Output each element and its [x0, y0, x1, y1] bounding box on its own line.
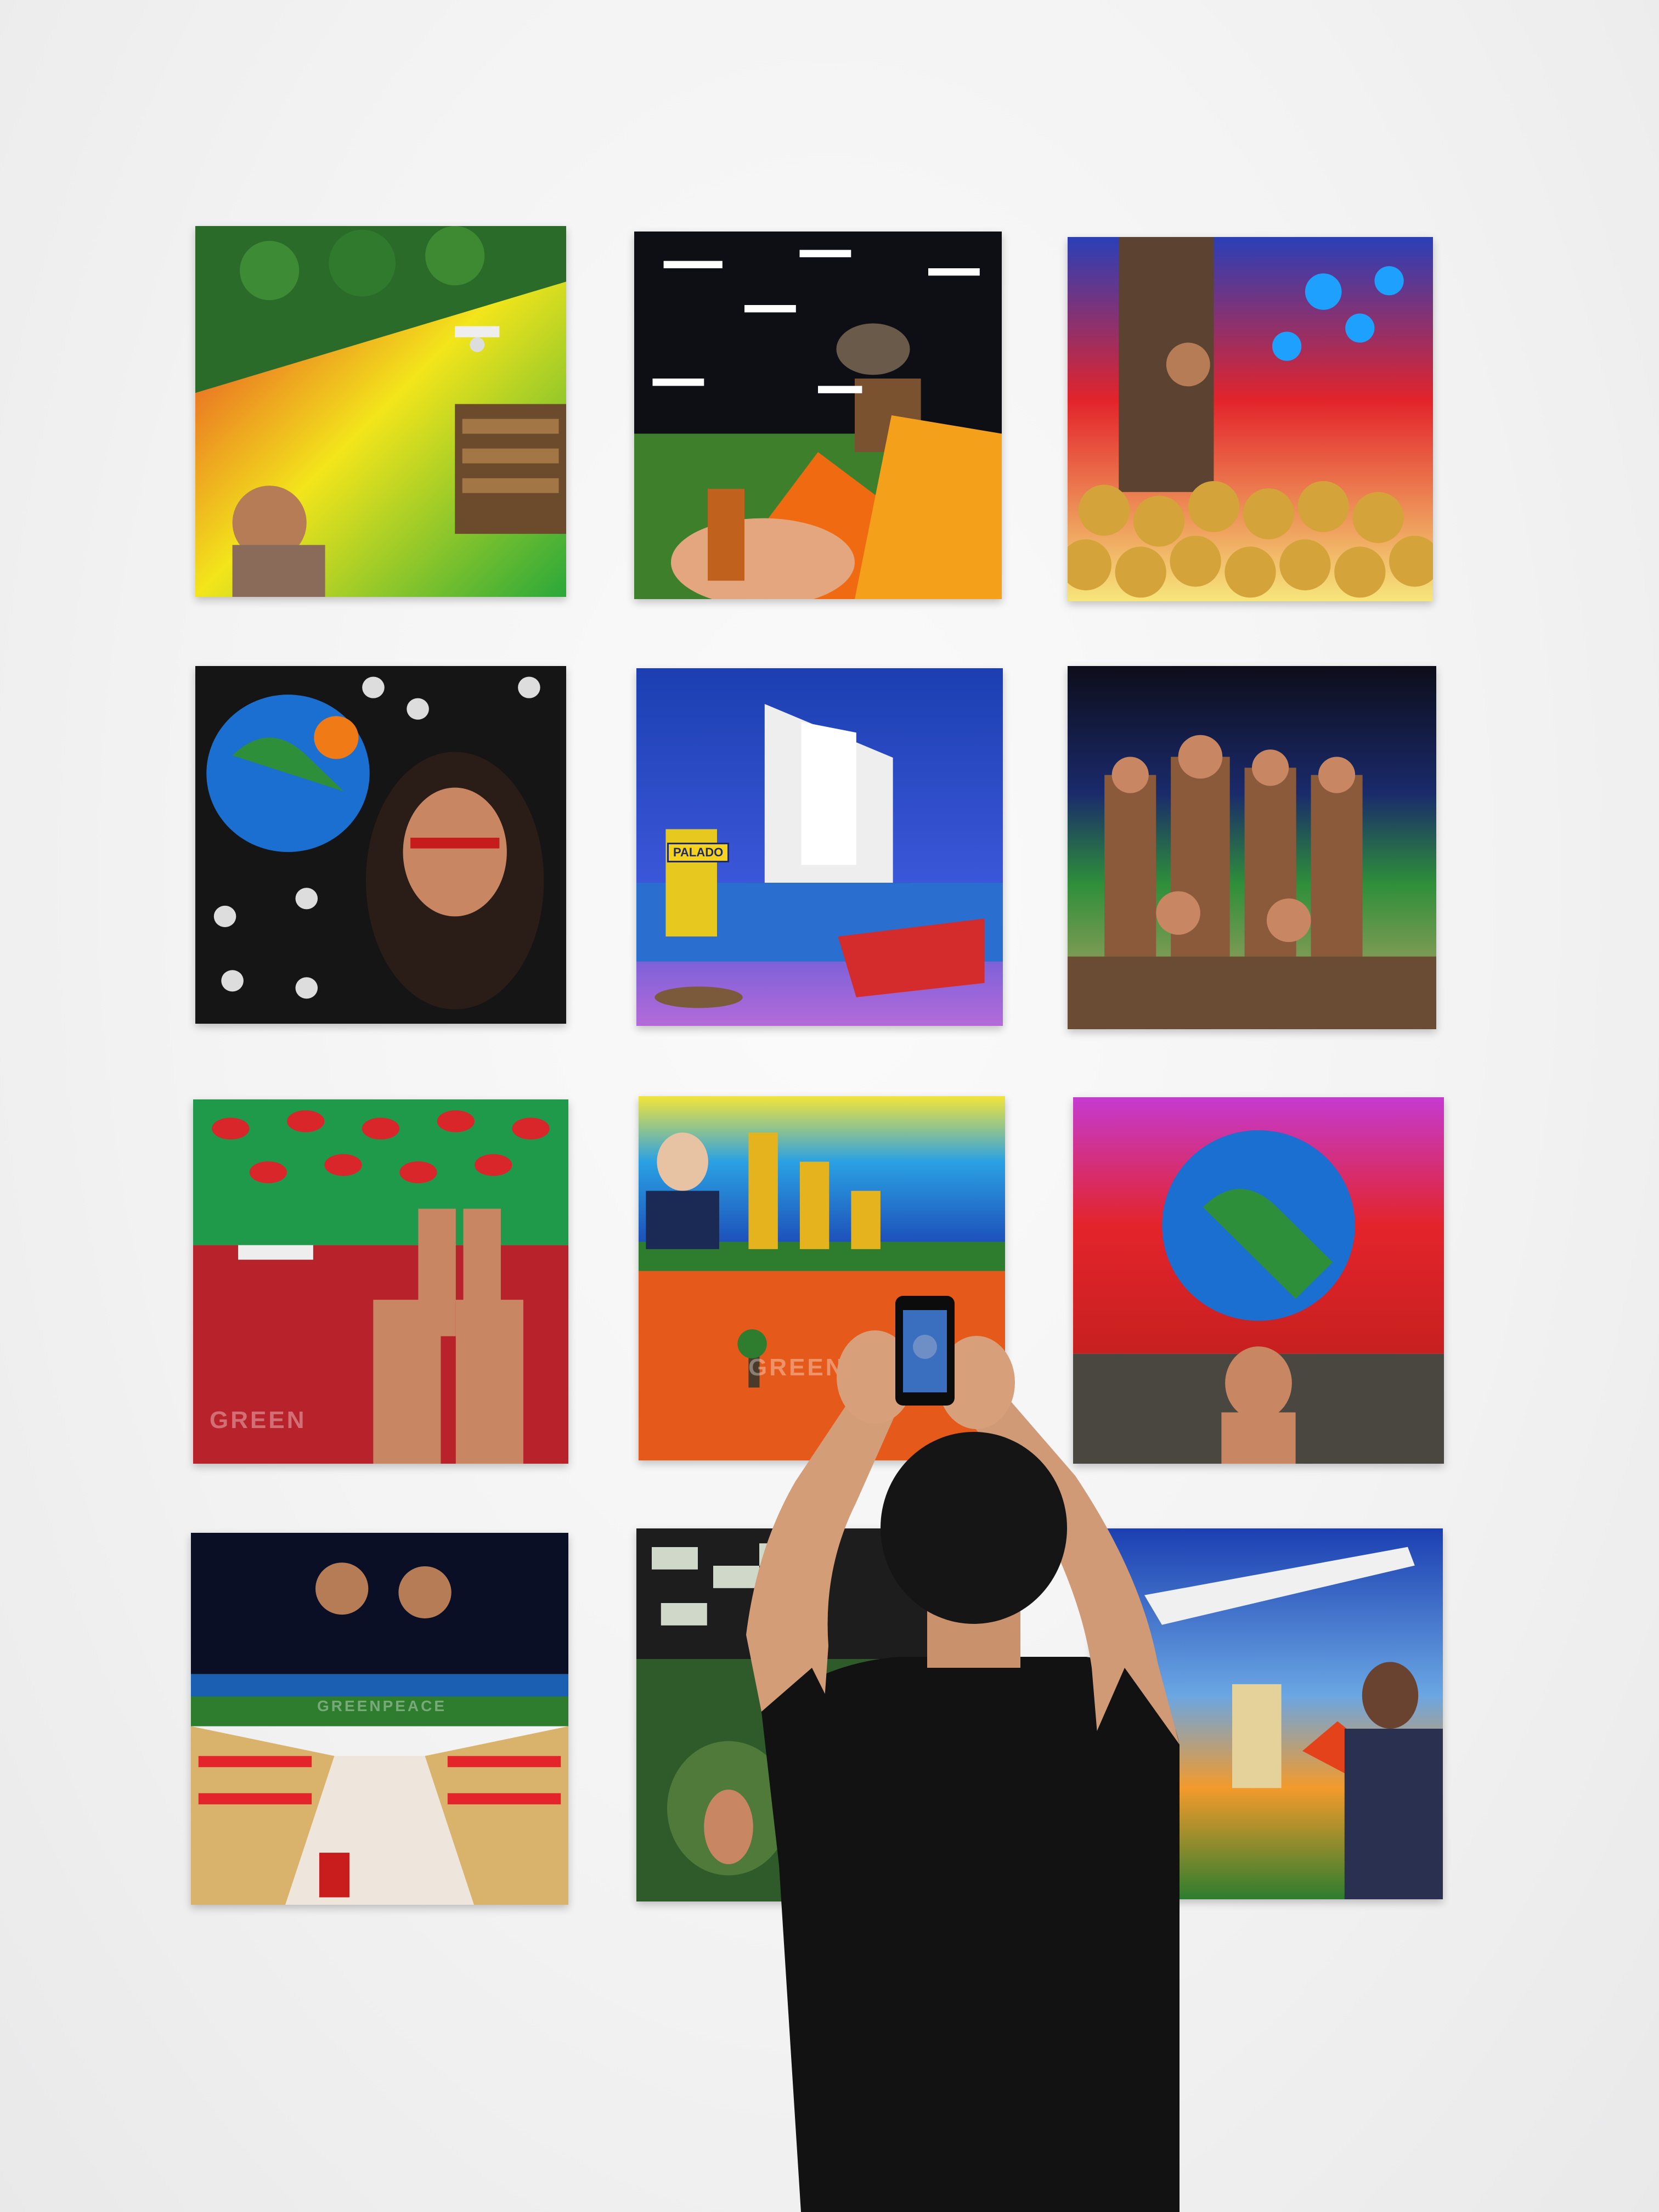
artwork-child-holding-earth: [1073, 1097, 1444, 1464]
artwork-tree-coins-butterflies: [1068, 237, 1433, 601]
artwork-meat-drone-women: GREEN: [193, 1099, 568, 1464]
artwork-airplane-businessman-card: [1092, 1528, 1443, 1899]
watermark-text-3: GREENPEACE: [317, 1697, 447, 1714]
artwork-deforestation-drone: [195, 226, 566, 597]
artwork-earth-face-paint: [195, 666, 566, 1024]
jersey-label: PALADO: [667, 843, 730, 862]
watermark-text-1: GREEN: [210, 1407, 307, 1434]
artwork-ship-container: PALADO: [636, 668, 1003, 1026]
artwork-supermarket-aisle: GREENPEACE: [191, 1533, 568, 1905]
artwork-money-jungle: [636, 1528, 944, 1901]
watermark-text-2: GREENPE: [748, 1354, 882, 1381]
artwork-businessman-gold-stacks: GREENPE: [639, 1096, 1005, 1460]
artwork-airplanes-chainsaw: [634, 232, 1002, 599]
artwork-indigenous-group-satellites: [1068, 666, 1436, 1029]
